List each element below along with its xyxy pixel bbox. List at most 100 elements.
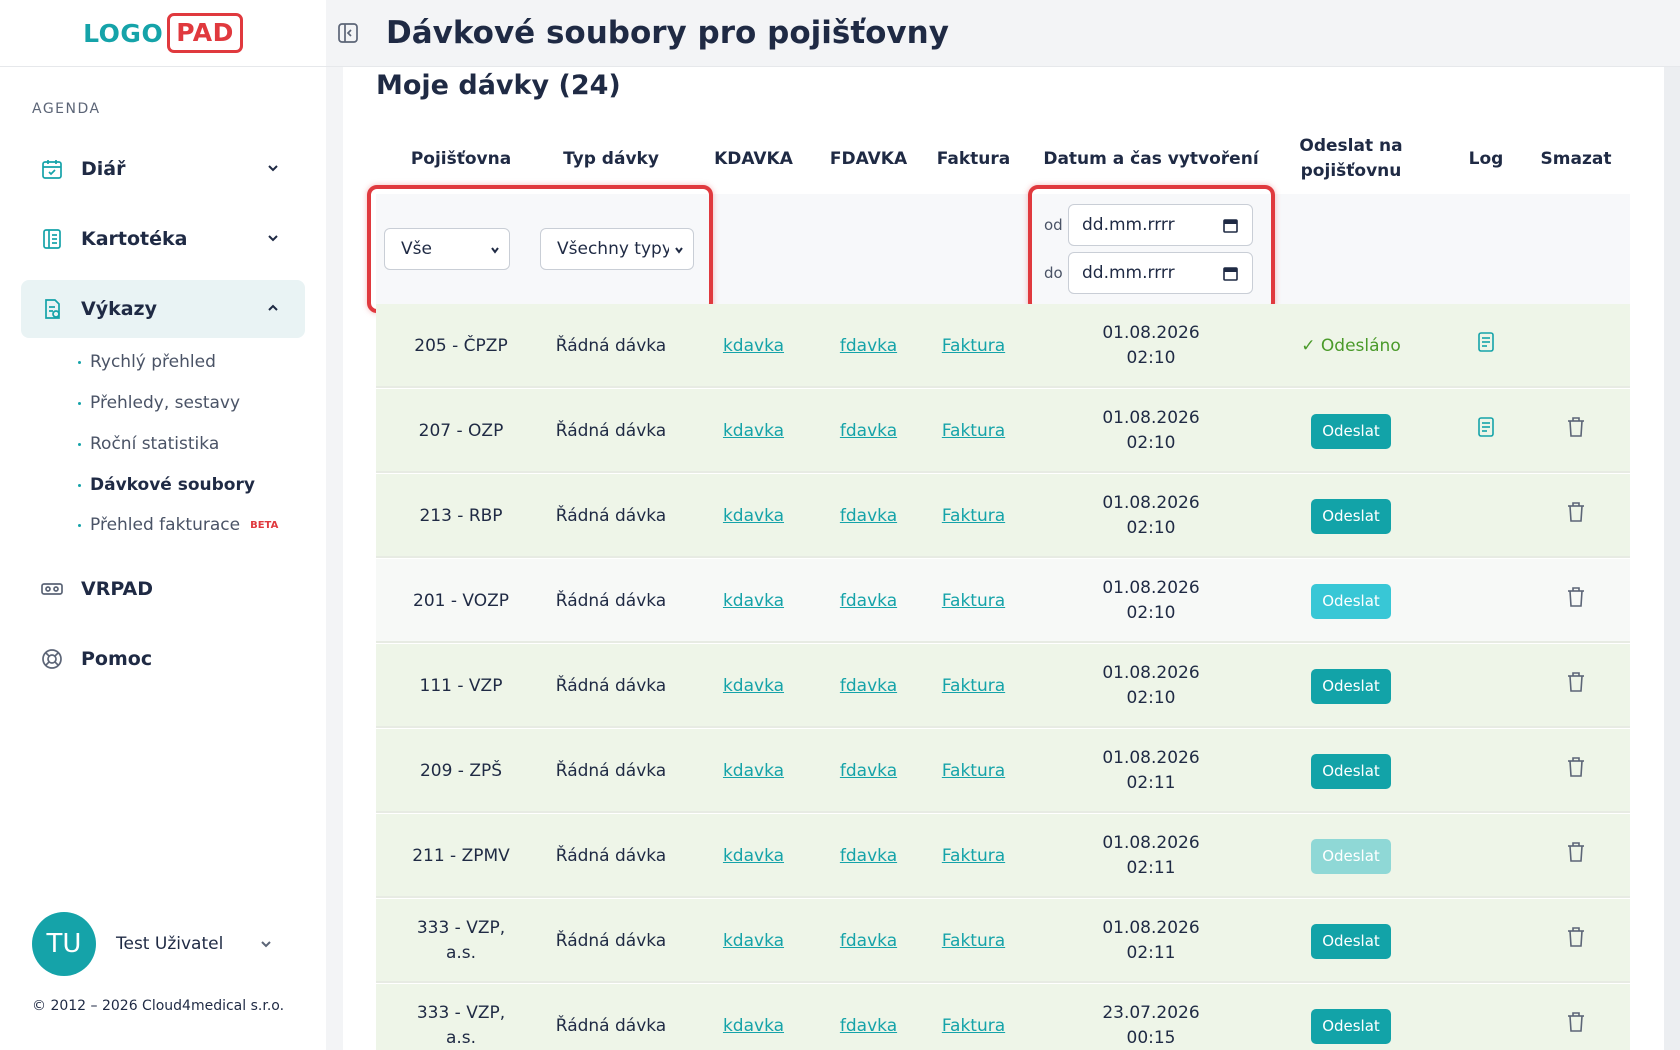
kdavka-link[interactable]: kdavka <box>723 419 784 444</box>
faktura-link[interactable]: Faktura <box>942 419 1005 444</box>
logo-row: LOGO PAD <box>0 0 326 67</box>
sidebar-item-vrpad[interactable]: VRPAD <box>21 560 305 618</box>
user-menu[interactable]: TU Test Uživatel <box>32 912 292 976</box>
trash-icon[interactable] <box>1566 586 1586 616</box>
table-row: 111 - VZP Řádná dávka kdavka fdavka Faktura 0… <box>376 644 1630 728</box>
cell-date: 01.08.2026 <box>1102 578 1200 598</box>
cell-time: 00:15 <box>1126 1028 1176 1048</box>
beta-badge: BETA <box>250 519 279 531</box>
table-header: Pojišťovna Typ dávky KDAVKA FDAVKA Faktu… <box>376 124 1630 194</box>
filter-highlight-selects <box>367 185 713 313</box>
fdavka-link[interactable]: fdavka <box>840 674 897 699</box>
column-header-kdavka[interactable]: KDAVKA <box>691 124 816 194</box>
column-header-send[interactable]: Odeslat na pojišťovnu <box>1261 124 1441 194</box>
sidebar-toggle-icon[interactable] <box>336 21 360 45</box>
faktura-link[interactable]: Faktura <box>942 674 1005 699</box>
faktura-link[interactable]: Faktura <box>942 589 1005 614</box>
fdavka-link[interactable]: fdavka <box>840 504 897 529</box>
fdavka-link[interactable]: fdavka <box>840 929 897 954</box>
cell-type: Řádná dávka <box>555 505 667 526</box>
column-header-log[interactable]: Log <box>1441 124 1531 194</box>
send-button[interactable]: Odeslat <box>1311 498 1391 534</box>
cell-date: 01.08.2026 <box>1102 408 1200 428</box>
cell-type: Řádná dávka <box>555 590 667 611</box>
scrollbar[interactable] <box>1664 67 1680 1050</box>
report-icon <box>39 296 65 322</box>
sidebar-item-diar[interactable]: Diář <box>21 140 305 198</box>
fdavka-link[interactable]: fdavka <box>840 759 897 784</box>
cell-time: 02:11 <box>1126 858 1176 878</box>
trash-icon[interactable] <box>1566 756 1586 786</box>
send-button[interactable]: Odeslat <box>1311 583 1391 619</box>
trash-icon[interactable] <box>1566 501 1586 531</box>
fdavka-link[interactable]: fdavka <box>840 589 897 614</box>
send-button[interactable]: Odeslat <box>1311 753 1391 789</box>
sidebar-subitem-rocni-statistika[interactable]: Roční statistika <box>78 434 219 454</box>
send-button[interactable]: Odeslat <box>1311 1008 1391 1044</box>
kdavka-link[interactable]: kdavka <box>723 844 784 869</box>
cell-datetime: 01.08.2026 02:10 <box>1041 474 1261 558</box>
log-icon[interactable] <box>1476 331 1496 361</box>
cell-date: 01.08.2026 <box>1102 493 1200 513</box>
column-header-insurer[interactable]: Pojišťovna <box>376 124 546 194</box>
faktura-link[interactable]: Faktura <box>942 334 1005 359</box>
column-header-faktura[interactable]: Faktura <box>921 124 1026 194</box>
cell-time: 02:11 <box>1126 943 1176 963</box>
fdavka-link[interactable]: fdavka <box>840 1014 897 1039</box>
vr-goggles-icon <box>39 576 65 602</box>
cell-time: 02:11 <box>1126 773 1176 793</box>
kdavka-link[interactable]: kdavka <box>723 589 784 614</box>
column-header-type[interactable]: Typ dávky <box>531 124 691 194</box>
sidebar-subitem-rychly-prehled[interactable]: Rychlý přehled <box>78 352 216 372</box>
sidebar-item-vykazy[interactable]: Výkazy <box>21 280 305 338</box>
trash-icon[interactable] <box>1566 841 1586 871</box>
notebook-icon <box>39 226 65 252</box>
faktura-link[interactable]: Faktura <box>942 759 1005 784</box>
sidebar-item-kartoteka[interactable]: Kartotéka <box>21 210 305 268</box>
cell-datetime: 01.08.2026 02:10 <box>1041 389 1261 473</box>
sidebar-subitem-davkove-soubory[interactable]: Dávkové soubory <box>78 475 255 495</box>
sidebar: LOGO PAD AGENDA Diář Kartotéka Výkazy Ry… <box>0 0 326 1050</box>
kdavka-link[interactable]: kdavka <box>723 334 784 359</box>
faktura-link[interactable]: Faktura <box>942 504 1005 529</box>
sidebar-item-pomoc[interactable]: Pomoc <box>21 630 305 688</box>
send-button[interactable]: Odeslat <box>1311 923 1391 959</box>
cell-datetime: 01.08.2026 02:10 <box>1041 559 1261 643</box>
kdavka-link[interactable]: kdavka <box>723 1014 784 1039</box>
fdavka-link[interactable]: fdavka <box>840 419 897 444</box>
fdavka-link[interactable]: fdavka <box>840 844 897 869</box>
chevron-up-icon <box>268 304 278 311</box>
column-header-date[interactable]: Datum a čas vytvoření <box>1041 124 1261 194</box>
column-header-delete[interactable]: Smazat <box>1531 124 1621 194</box>
trash-icon[interactable] <box>1566 926 1586 956</box>
send-button[interactable]: Odeslat <box>1311 413 1391 449</box>
send-button[interactable]: Odeslat <box>1311 668 1391 704</box>
logo-text-logo: LOGO <box>83 18 164 48</box>
kdavka-link[interactable]: kdavka <box>723 929 784 954</box>
cell-insurer: 211 - ZPMV <box>412 845 510 866</box>
cell-insurer: 333 - VZP, a.s. <box>416 918 506 963</box>
faktura-link[interactable]: Faktura <box>942 929 1005 954</box>
cell-insurer: 213 - RBP <box>419 505 503 526</box>
fdavka-link[interactable]: fdavka <box>840 334 897 359</box>
cell-insurer: 209 - ZPŠ <box>419 760 503 781</box>
log-icon[interactable] <box>1476 416 1496 446</box>
kdavka-link[interactable]: kdavka <box>723 504 784 529</box>
faktura-link[interactable]: Faktura <box>942 844 1005 869</box>
cell-datetime: 23.07.2026 00:15 <box>1041 984 1261 1050</box>
send-button[interactable]: Odeslat <box>1311 838 1391 874</box>
trash-icon[interactable] <box>1566 1011 1586 1041</box>
faktura-link[interactable]: Faktura <box>942 1014 1005 1039</box>
column-header-fdavka[interactable]: FDAVKA <box>816 124 921 194</box>
sidebar-subitem-prehled-fakturace[interactable]: Přehled fakturace BETA <box>78 515 278 535</box>
kdavka-link[interactable]: kdavka <box>723 674 784 699</box>
sidebar-subitem-prehledy-sestavy[interactable]: Přehledy, sestavy <box>78 393 240 413</box>
trash-icon[interactable] <box>1566 671 1586 701</box>
cell-type: Řádná dávka <box>555 675 667 696</box>
cell-date: 01.08.2026 <box>1102 833 1200 853</box>
logo[interactable]: LOGO PAD <box>83 13 243 53</box>
kdavka-link[interactable]: kdavka <box>723 759 784 784</box>
cell-time: 02:10 <box>1126 603 1176 623</box>
cell-type: Řádná dávka <box>555 335 667 356</box>
trash-icon[interactable] <box>1566 416 1586 446</box>
